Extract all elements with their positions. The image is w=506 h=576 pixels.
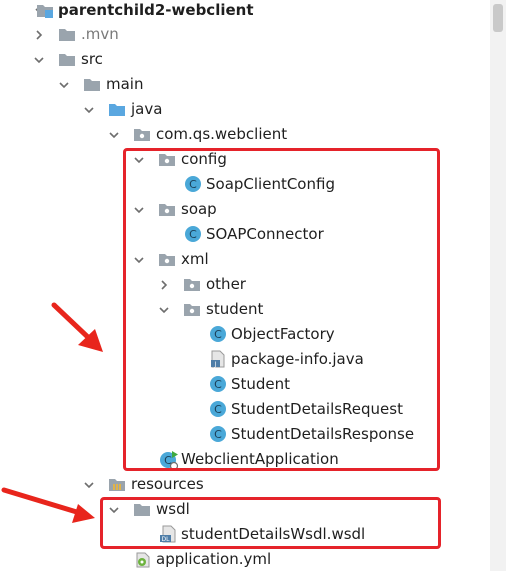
java-class-icon: C xyxy=(209,425,227,443)
java-class-icon: C xyxy=(209,375,227,393)
chevron-down-icon[interactable] xyxy=(82,97,96,122)
chevron-down-icon[interactable] xyxy=(107,122,121,147)
package-icon xyxy=(183,275,201,293)
package-icon xyxy=(183,300,201,318)
chevron-down-icon[interactable] xyxy=(32,47,46,72)
package-icon xyxy=(133,125,151,143)
scrollbar-thumb[interactable] xyxy=(493,4,503,32)
package-label: config xyxy=(181,150,227,168)
source-folder-icon xyxy=(108,100,126,118)
java-class-icon: C xyxy=(184,225,202,243)
module-folder-icon xyxy=(36,1,54,19)
package-label: soap xyxy=(181,200,217,218)
file-label: Student xyxy=(231,375,291,393)
chevron-down-icon[interactable] xyxy=(132,247,146,272)
package-icon xyxy=(158,200,176,218)
chevron-down-icon[interactable] xyxy=(132,197,146,222)
file-label: SoapClientConfig xyxy=(206,175,335,193)
class-badge-letter: C xyxy=(189,178,197,191)
class-badge-letter: C xyxy=(214,428,222,441)
folder-icon xyxy=(58,50,76,68)
folder-label: java xyxy=(131,100,163,118)
java-badge-letter: J xyxy=(214,361,217,368)
vertical-scrollbar[interactable] xyxy=(490,0,506,571)
class-badge-letter: C xyxy=(189,228,197,241)
red-arrow-icon xyxy=(51,302,103,352)
file-label: ObjectFactory xyxy=(231,325,335,343)
folder-label: main xyxy=(106,75,144,93)
java-class-icon: C xyxy=(184,175,202,193)
chevron-down-icon[interactable] xyxy=(57,72,71,97)
package-icon xyxy=(158,250,176,268)
wsdl-file-icon: DL xyxy=(159,525,177,543)
java-class-icon: C xyxy=(209,325,227,343)
folder-label: src xyxy=(81,50,103,68)
class-badge-letter: C xyxy=(214,378,222,391)
project-name: parentchild2-webclient xyxy=(58,1,254,19)
chevron-down-icon[interactable] xyxy=(157,297,171,322)
folder-icon xyxy=(133,500,151,518)
folder-label: resources xyxy=(131,475,204,493)
chevron-down-icon[interactable] xyxy=(107,497,121,522)
file-label: studentDetailsWsdl.wsdl xyxy=(181,525,366,543)
class-badge-letter: C xyxy=(214,403,222,416)
folder-icon xyxy=(83,75,101,93)
chevron-right-icon[interactable] xyxy=(157,272,171,297)
file-label: application.yml xyxy=(156,550,272,568)
file-label: WebclientApplication xyxy=(181,450,339,468)
class-badge-letter: C xyxy=(214,328,222,341)
file-label: StudentDetailsResponse xyxy=(231,425,415,443)
package-icon xyxy=(158,150,176,168)
file-label: package-info.java xyxy=(231,350,364,368)
package-label: xml xyxy=(181,250,209,268)
resources-folder-icon xyxy=(108,475,126,493)
chevron-down-icon[interactable] xyxy=(82,472,96,497)
java-class-icon: C xyxy=(209,400,227,418)
package-label: com.qs.webclient xyxy=(156,125,288,143)
folder-icon xyxy=(58,25,76,43)
package-label: student xyxy=(206,300,264,318)
spring-config-icon xyxy=(134,550,152,568)
spring-boot-app-icon: C xyxy=(159,450,179,471)
annotation-arrows xyxy=(1,302,103,523)
chevron-down-icon[interactable] xyxy=(132,147,146,172)
package-label: other xyxy=(206,275,246,293)
chevron-right-icon[interactable] xyxy=(32,22,46,47)
folder-label: .mvn xyxy=(81,25,119,43)
java-file-icon: J xyxy=(209,350,227,368)
wsdl-badge-letters: DL xyxy=(162,536,171,543)
file-label: SOAPConnector xyxy=(206,225,324,243)
file-label: StudentDetailsRequest xyxy=(231,400,403,418)
folder-label: wsdl xyxy=(156,500,190,518)
